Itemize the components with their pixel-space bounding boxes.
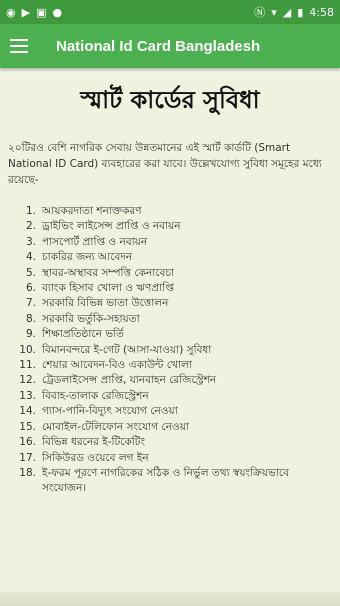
list-item-text: সরকারি ভর্তুকি-সহায়তা xyxy=(42,312,140,325)
list-item-number: 7. xyxy=(25,297,36,310)
list-item-text: গ্যাস-পানি-বিদ্যুৎ সংযোগ নেওয়া xyxy=(42,405,178,418)
list-item-text: আয়করদাতা শনাক্তকরণ xyxy=(42,205,142,217)
list-item-number: 11. xyxy=(19,359,36,372)
list-item: 9. শিক্ষাপ্রতিষ্ঠানে ভর্তি xyxy=(16,327,332,342)
list-item: 13. বিবাহ-তালাক রেজিস্ট্রেশন xyxy=(16,389,332,404)
list-item: 5. স্থাবর-অস্থাবর সম্পত্তি কেনাবেচা xyxy=(16,266,332,281)
list-item: 6. ব্যাংক হিসাব খোলা ও ঋণপ্রাপ্তি xyxy=(16,281,332,296)
status-right-icons: Ⓝ ▾ ◢ ▮ 4:58 xyxy=(254,6,334,19)
list-item: 12. ট্রেডলাইসেন্স প্রাপ্তি, যানবাহন রেজিস… xyxy=(16,373,332,388)
status-time: 4:58 xyxy=(309,5,334,19)
list-item: 1. আয়করদাতা শনাক্তকরণ xyxy=(16,204,332,219)
list-item-number: 17. xyxy=(19,451,36,464)
benefits-list: 1. আয়করদাতা শনাক্তকরণ 2. ড্রাইভিং লাইসেন্স… xyxy=(8,204,332,497)
list-item-number: 16. xyxy=(19,436,36,449)
list-item-text: চাকরির জন্য আবেদন xyxy=(42,251,133,264)
nfc-icon: Ⓝ xyxy=(254,5,266,19)
list-item-text: সিকিউরড ওয়েবে লগ ইন xyxy=(42,451,149,464)
list-item: 18. ই-ফরম পূরণে নাগরিকের সঠিক ও নির্ভুল ত… xyxy=(16,466,332,497)
image-icon: ▣ xyxy=(36,5,47,19)
list-item-text: বিবাহ-তালাক রেজিস্ট্রেশন xyxy=(42,389,149,402)
list-item-number: 18. xyxy=(19,466,36,479)
list-item-text: সরকারি বিভিন্ন ভাতা উত্তোলন xyxy=(42,297,169,310)
whatsapp-icon: ◉ xyxy=(6,5,16,19)
hamburger-icon-line xyxy=(10,45,28,47)
list-item: 16. বিভিন্ন ধরনের ই-টিকেটিং xyxy=(16,435,332,450)
list-item-number: 5. xyxy=(25,266,36,279)
list-item-text: স্থাবর-অস্থাবর সম্পত্তি কেনাবেচা xyxy=(42,266,175,279)
bottom-edge xyxy=(0,592,340,606)
app-title: National Id Card Bangladesh xyxy=(56,37,261,55)
list-item-number: 9. xyxy=(25,328,36,341)
list-item-number: 13. xyxy=(19,389,36,402)
list-item: 17. সিকিউরড ওয়েবে লগ ইন xyxy=(16,451,332,466)
list-item: 7. সরকারি বিভিন্ন ভাতা উত্তোলন xyxy=(16,296,332,311)
list-item: 2. ড্রাইভিং লাইসেন্স প্রাপ্তি ও নবায়ন xyxy=(16,219,332,234)
main-content[interactable]: স্মার্ট কার্ডের সুবিধা ২০টিরও বেশি নাগরি… xyxy=(0,82,340,497)
list-item-number: 3. xyxy=(25,235,36,248)
app-bar: National Id Card Bangladesh xyxy=(0,24,340,68)
list-item: 11. শেয়ার আবেদন-বিও একাউন্ট খোলা xyxy=(16,358,332,373)
list-item-number: 1. xyxy=(25,205,36,217)
hamburger-icon-line xyxy=(10,39,28,41)
battery-icon: ▮ xyxy=(297,5,304,19)
list-item-number: 6. xyxy=(25,282,36,295)
list-item-number: 12. xyxy=(19,374,36,387)
list-item-text: বিভিন্ন ধরনের ই-টিকেটিং xyxy=(42,436,146,449)
list-item-text: শেয়ার আবেদন-বিও একাউন্ট খোলা xyxy=(42,359,192,372)
status-left-icons: ◉ ▶ ▣ ● xyxy=(6,7,62,18)
hamburger-icon-line xyxy=(10,51,28,53)
list-item-text: বিমানবন্দরে ই-গেট (আসা-যাওয়া) সুবিধা xyxy=(42,343,212,356)
list-item-text: পাসপোর্ট প্রাপ্তি ও নবায়ন xyxy=(42,235,148,248)
list-item-number: 10. xyxy=(19,343,36,356)
list-item-number: 8. xyxy=(25,312,36,325)
intro-paragraph: ২০টিরও বেশি নাগরিক সেবায় উন্নতমানের এই … xyxy=(8,142,322,186)
status-bar: ◉ ▶ ▣ ● Ⓝ ▾ ◢ ▮ 4:58 xyxy=(0,0,340,24)
list-item-number: 4. xyxy=(25,251,36,264)
list-item: 3. পাসপোর্ট প্রাপ্তি ও নবায়ন xyxy=(16,235,332,250)
list-item-number: 14. xyxy=(19,405,36,418)
list-item: 4. চাকরির জন্য আবেদন xyxy=(16,250,332,265)
video-icon: ▶ xyxy=(21,5,31,19)
signal-icon: ◢ xyxy=(282,5,292,19)
list-item-text: মোবাইল-টেলিফোন সংযোগ নেওয়া xyxy=(42,420,189,433)
list-item-number: 15. xyxy=(19,420,36,433)
list-item-number: 2. xyxy=(25,220,36,233)
page-heading: স্মার্ট কার্ডের সুবিধা xyxy=(80,85,260,114)
list-item: 15. মোবাইল-টেলিফোন সংযোগ নেওয়া xyxy=(16,420,332,435)
list-item-text: ড্রাইভিং লাইসেন্স প্রাপ্তি ও নবায়ন xyxy=(42,220,181,233)
wifi-icon: ▾ xyxy=(271,5,277,19)
list-item: 14. গ্যাস-পানি-বিদ্যুৎ সংযোগ নেওয়া xyxy=(16,404,332,419)
notification-icon: ● xyxy=(52,5,63,19)
list-item: 10. বিমানবন্দরে ই-গেট (আসা-যাওয়া) সুবিধা xyxy=(16,343,332,358)
list-item-text: ট্রেডলাইসেন্স প্রাপ্তি, যানবাহন রেজিস্ট্… xyxy=(42,374,217,387)
list-item-text: শিক্ষাপ্রতিষ্ঠানে ভর্তি xyxy=(42,328,124,341)
menu-button[interactable] xyxy=(10,33,36,59)
list-item: 8. সরকারি ভর্তুকি-সহায়তা xyxy=(16,312,332,327)
list-item-text: ই-ফরম পূরণে নাগরিকের সঠিক ও নির্ভুল তথ্য… xyxy=(42,466,289,495)
list-item-text: ব্যাংক হিসাব খোলা ও ঋণপ্রাপ্তি xyxy=(42,282,174,295)
